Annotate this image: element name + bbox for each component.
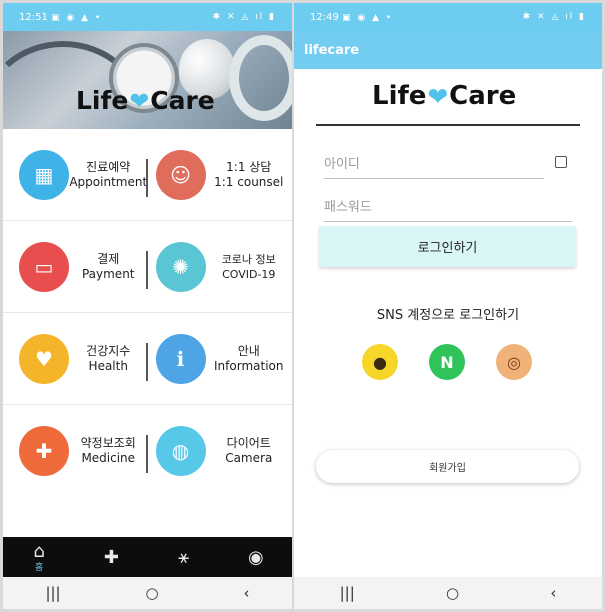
recent-apps-button[interactable]: |||: [45, 584, 60, 602]
status-bar: 12:49 ▣ ◉ ▲ • ✱ ✕ ◬ ıl ▮: [294, 3, 602, 31]
home-button[interactable]: ○: [446, 584, 459, 602]
menu-payment[interactable]: ▭ 결제 Payment: [3, 221, 148, 312]
system-nav: ||| ○ ‹: [294, 577, 602, 609]
lifecare-logo: Life ❤ Care: [76, 86, 215, 115]
back-button[interactable]: ‹: [244, 584, 250, 602]
menu-label-en: Medicine: [81, 451, 136, 465]
divider: [146, 343, 148, 381]
menu-label-en: Payment: [81, 266, 135, 281]
heart-plus-icon: ❤: [427, 81, 449, 111]
divider: [146, 159, 148, 197]
menu-label-ko: 다이어트: [226, 436, 271, 450]
menu-grid: ▦ 진료예약 Appointment ☺ 1:1 상담 1:1 counsel ▭ …: [3, 129, 292, 497]
home-icon: ⌂: [33, 541, 45, 562]
nav-plus[interactable]: ✚: [91, 547, 131, 568]
fingerprint-login-button[interactable]: ◎: [496, 344, 532, 380]
nav-profile[interactable]: ◉: [236, 547, 276, 568]
menu-covid[interactable]: ✺ 코로나 정보 COVID-19: [148, 221, 293, 312]
menu-information[interactable]: ℹ 안내 Information: [148, 313, 293, 404]
banner-image: Life ❤ Care: [3, 31, 292, 129]
kakao-icon: ●: [373, 352, 387, 372]
menu-label-en: Information: [214, 358, 284, 373]
status-time: 12:49: [310, 11, 339, 23]
password-field[interactable]: 패스워드: [324, 196, 572, 222]
notification-icons: ▣ ◉ ▲ •: [342, 12, 394, 23]
calendar-icon: ▦: [19, 149, 69, 200]
sns-login-title: SNS 계정으로 로그인하기: [376, 308, 520, 323]
menu-label-en: Camera: [225, 451, 273, 465]
naver-icon: N: [440, 352, 454, 372]
back-button[interactable]: ‹: [550, 584, 556, 602]
menu-label-ko: 약정보조회: [80, 436, 136, 450]
menu-medicine[interactable]: ✚ 약정보조회 Medicine: [3, 405, 148, 497]
medicine-icon: ✚: [19, 426, 69, 476]
info-icon: ℹ: [155, 333, 206, 384]
virus-icon: ✺: [155, 241, 206, 292]
nav-home[interactable]: ⌂ 홈: [19, 541, 59, 573]
nav-home-label: 홈: [34, 563, 44, 573]
status-time: 12:51: [19, 11, 48, 23]
remember-checkbox[interactable]: [555, 156, 567, 168]
signup-button[interactable]: 회원가입: [316, 450, 579, 483]
heart-plus-icon: ❤: [129, 86, 150, 115]
menu-camera[interactable]: ◍ 다이어트 Camera: [148, 405, 293, 497]
nav-share[interactable]: ⚹: [164, 547, 204, 568]
notification-icons: ▣ ◉ ▲ •: [51, 12, 103, 23]
menu-health[interactable]: ♥ 건강지수 Health: [3, 313, 148, 404]
lifecare-logo: Life ❤ Care: [372, 81, 517, 111]
menu-label-ko: 건강지수: [86, 343, 131, 358]
doctor-icon: ☺: [155, 149, 206, 200]
divider: [146, 435, 148, 473]
divider: [146, 251, 148, 289]
share-icon: ⚹: [178, 546, 190, 568]
bottom-nav: ⌂ 홈 ✚ ⚹ ◉: [3, 537, 292, 577]
naver-login-button[interactable]: N: [429, 344, 465, 380]
fingerprint-icon: ◎: [507, 352, 521, 372]
diet-icon: ◍: [155, 426, 206, 476]
menu-label-ko: 코로나 정보: [221, 252, 276, 266]
id-field[interactable]: 아이디: [324, 153, 544, 179]
menu-appointment[interactable]: ▦ 진료예약 Appointment: [3, 129, 148, 220]
profile-icon: ◉: [248, 546, 264, 568]
menu-label-ko: 결제: [97, 251, 120, 266]
login-button[interactable]: 로그인하기: [319, 226, 576, 267]
clipboard-heart-icon: ♥: [19, 333, 69, 384]
app-bar-title: lifecare: [294, 31, 602, 69]
menu-label-en: Appointment: [69, 174, 148, 189]
system-status-icons: ✱ ✕ ◬ ıl ▮: [212, 12, 276, 22]
system-nav: ||| ○ ‹: [3, 577, 292, 609]
recent-apps-button[interactable]: |||: [340, 584, 355, 602]
payment-icon: ▭: [19, 241, 69, 292]
system-status-icons: ✱ ✕ ◬ ıl ▮: [522, 12, 586, 22]
status-bar: 12:51 ▣ ◉ ▲ • ✱ ✕ ◬ ıl ▮: [3, 3, 292, 31]
login-screen: 12:49 ▣ ◉ ▲ • ✱ ✕ ◬ ıl ▮ lifecare Life ❤ C…: [294, 3, 602, 609]
menu-label-en: 1:1 counsel: [214, 174, 284, 189]
menu-label-en: COVID-19: [222, 267, 276, 281]
menu-label-ko: 안내: [237, 343, 260, 358]
home-button[interactable]: ○: [146, 584, 159, 602]
kakao-login-button[interactable]: ●: [362, 344, 398, 380]
menu-label-ko: 진료예약: [86, 159, 131, 174]
menu-label-ko: 1:1 상담: [226, 159, 272, 174]
home-screen: 12:51 ▣ ◉ ▲ • ✱ ✕ ◬ ıl ▮ Life ❤ Care ▦ 진료예…: [3, 3, 292, 609]
divider: [316, 124, 580, 126]
menu-counsel[interactable]: ☺ 1:1 상담 1:1 counsel: [148, 129, 293, 220]
plus-icon: ✚: [103, 546, 119, 568]
menu-label-en: Health: [88, 358, 128, 373]
